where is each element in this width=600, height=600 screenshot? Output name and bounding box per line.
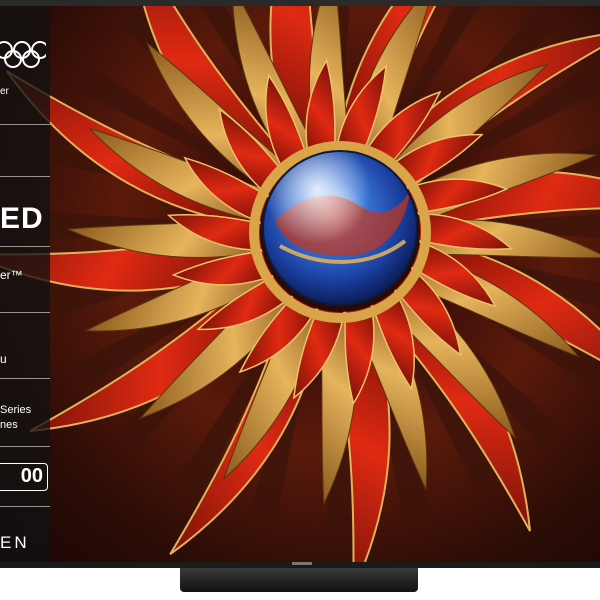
tv-stand xyxy=(180,568,418,592)
olympic-partner-text: er xyxy=(0,86,9,97)
divider xyxy=(0,246,50,247)
olympic-rings-icon xyxy=(0,41,46,68)
divider xyxy=(0,124,50,125)
refresh-rate-label: u xyxy=(0,352,7,366)
divider xyxy=(0,312,50,313)
tv-screen-artwork xyxy=(0,6,600,562)
petal-spiral-artwork xyxy=(0,6,600,562)
tv-logo-mark xyxy=(292,562,312,565)
divider xyxy=(0,378,50,379)
series-label-line2: nes xyxy=(0,419,18,431)
divider xyxy=(0,446,50,447)
display-tech-label: ED xyxy=(0,202,44,235)
spec-side-panel: er ED er™ u Series nes 00 EN xyxy=(0,6,50,562)
size-badge: 00 xyxy=(0,463,48,491)
divider xyxy=(0,176,50,177)
brand-label: EN xyxy=(0,533,30,552)
divider xyxy=(0,506,50,507)
series-label-line1: Series xyxy=(0,404,32,416)
audio-tech-label: er™ xyxy=(0,268,23,282)
tv-frame: er ED er™ u Series nes 00 EN xyxy=(0,0,600,568)
